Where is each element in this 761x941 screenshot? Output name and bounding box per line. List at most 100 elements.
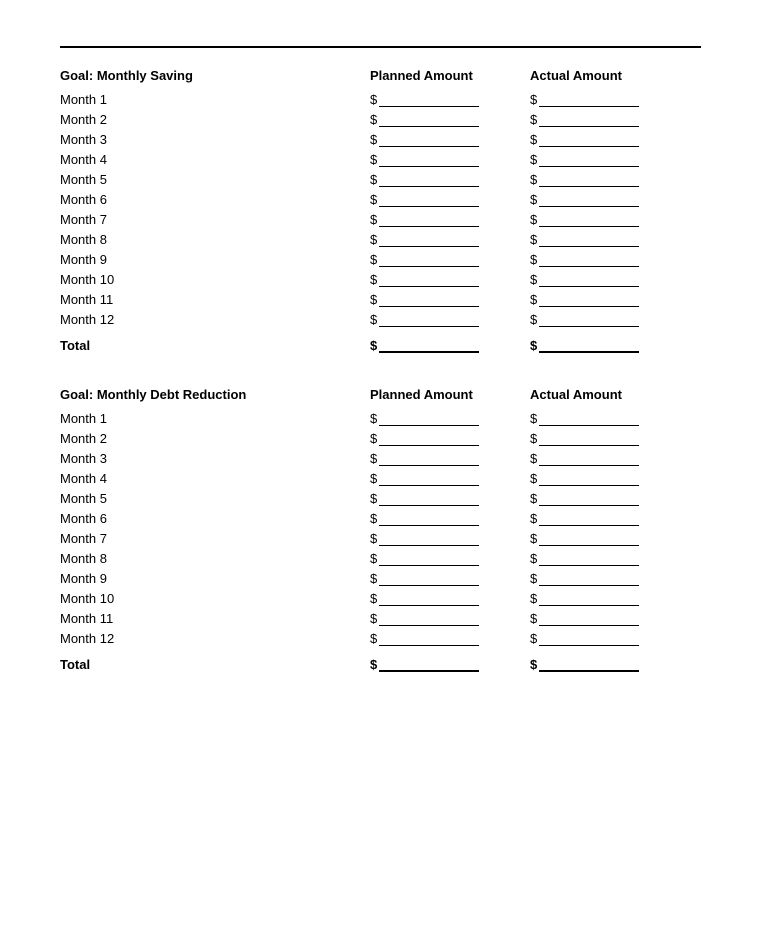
total-actual-saving[interactable]: $	[530, 337, 690, 353]
planned-underline[interactable]	[379, 151, 479, 167]
planned-underline[interactable]	[379, 91, 479, 107]
actual-field-debt-2[interactable]: $	[530, 430, 690, 446]
actual-field-saving-2[interactable]: $	[530, 111, 690, 127]
actual-underline[interactable]	[539, 490, 639, 506]
actual-underline[interactable]	[539, 171, 639, 187]
actual-field-saving-3[interactable]: $	[530, 131, 690, 147]
total-actual-underline[interactable]	[539, 337, 639, 353]
actual-underline[interactable]	[539, 450, 639, 466]
planned-field-debt-6[interactable]: $	[370, 510, 530, 526]
planned-underline[interactable]	[379, 111, 479, 127]
actual-underline[interactable]	[539, 111, 639, 127]
actual-field-saving-5[interactable]: $	[530, 171, 690, 187]
actual-field-debt-9[interactable]: $	[530, 570, 690, 586]
actual-underline[interactable]	[539, 410, 639, 426]
actual-underline[interactable]	[539, 251, 639, 267]
actual-field-saving-9[interactable]: $	[530, 251, 690, 267]
planned-field-saving-6[interactable]: $	[370, 191, 530, 207]
actual-field-debt-1[interactable]: $	[530, 410, 690, 426]
actual-underline[interactable]	[539, 590, 639, 606]
planned-field-saving-5[interactable]: $	[370, 171, 530, 187]
planned-field-debt-3[interactable]: $	[370, 450, 530, 466]
actual-underline[interactable]	[539, 231, 639, 247]
total-planned-saving[interactable]: $	[370, 337, 530, 353]
planned-underline[interactable]	[379, 291, 479, 307]
actual-field-debt-6[interactable]: $	[530, 510, 690, 526]
planned-field-debt-9[interactable]: $	[370, 570, 530, 586]
total-planned-debt[interactable]: $	[370, 656, 530, 672]
planned-underline[interactable]	[379, 430, 479, 446]
actual-field-debt-11[interactable]: $	[530, 610, 690, 626]
planned-field-debt-7[interactable]: $	[370, 530, 530, 546]
planned-field-debt-4[interactable]: $	[370, 470, 530, 486]
planned-field-saving-2[interactable]: $	[370, 111, 530, 127]
planned-underline[interactable]	[379, 470, 479, 486]
actual-field-saving-8[interactable]: $	[530, 231, 690, 247]
actual-field-saving-4[interactable]: $	[530, 151, 690, 167]
total-planned-underline[interactable]	[379, 337, 479, 353]
planned-underline[interactable]	[379, 131, 479, 147]
planned-underline[interactable]	[379, 410, 479, 426]
planned-underline[interactable]	[379, 590, 479, 606]
planned-field-debt-10[interactable]: $	[370, 590, 530, 606]
total-actual-underline[interactable]	[539, 656, 639, 672]
planned-underline[interactable]	[379, 251, 479, 267]
planned-underline[interactable]	[379, 211, 479, 227]
actual-field-debt-12[interactable]: $	[530, 630, 690, 646]
planned-field-saving-1[interactable]: $	[370, 91, 530, 107]
actual-field-saving-6[interactable]: $	[530, 191, 690, 207]
planned-field-saving-11[interactable]: $	[370, 291, 530, 307]
actual-field-debt-8[interactable]: $	[530, 550, 690, 566]
planned-field-saving-3[interactable]: $	[370, 131, 530, 147]
actual-underline[interactable]	[539, 430, 639, 446]
actual-field-debt-4[interactable]: $	[530, 470, 690, 486]
planned-field-saving-4[interactable]: $	[370, 151, 530, 167]
actual-underline[interactable]	[539, 510, 639, 526]
planned-underline[interactable]	[379, 311, 479, 327]
actual-underline[interactable]	[539, 131, 639, 147]
total-actual-debt[interactable]: $	[530, 656, 690, 672]
actual-underline[interactable]	[539, 151, 639, 167]
actual-field-saving-12[interactable]: $	[530, 311, 690, 327]
actual-field-debt-5[interactable]: $	[530, 490, 690, 506]
planned-underline[interactable]	[379, 550, 479, 566]
actual-field-saving-10[interactable]: $	[530, 271, 690, 287]
planned-underline[interactable]	[379, 610, 479, 626]
actual-underline[interactable]	[539, 550, 639, 566]
planned-field-saving-10[interactable]: $	[370, 271, 530, 287]
planned-underline[interactable]	[379, 231, 479, 247]
actual-underline[interactable]	[539, 311, 639, 327]
actual-field-debt-10[interactable]: $	[530, 590, 690, 606]
planned-field-debt-2[interactable]: $	[370, 430, 530, 446]
planned-field-debt-12[interactable]: $	[370, 630, 530, 646]
actual-underline[interactable]	[539, 570, 639, 586]
planned-underline[interactable]	[379, 490, 479, 506]
planned-underline[interactable]	[379, 630, 479, 646]
actual-underline[interactable]	[539, 630, 639, 646]
planned-field-debt-11[interactable]: $	[370, 610, 530, 626]
planned-underline[interactable]	[379, 530, 479, 546]
total-planned-underline[interactable]	[379, 656, 479, 672]
planned-underline[interactable]	[379, 570, 479, 586]
planned-field-saving-12[interactable]: $	[370, 311, 530, 327]
actual-underline[interactable]	[539, 530, 639, 546]
actual-field-debt-3[interactable]: $	[530, 450, 690, 466]
actual-field-saving-11[interactable]: $	[530, 291, 690, 307]
planned-field-saving-8[interactable]: $	[370, 231, 530, 247]
actual-underline[interactable]	[539, 91, 639, 107]
planned-underline[interactable]	[379, 271, 479, 287]
actual-field-saving-1[interactable]: $	[530, 91, 690, 107]
planned-underline[interactable]	[379, 510, 479, 526]
planned-underline[interactable]	[379, 450, 479, 466]
planned-field-debt-8[interactable]: $	[370, 550, 530, 566]
planned-underline[interactable]	[379, 171, 479, 187]
actual-underline[interactable]	[539, 211, 639, 227]
planned-field-saving-9[interactable]: $	[370, 251, 530, 267]
actual-underline[interactable]	[539, 191, 639, 207]
planned-field-debt-1[interactable]: $	[370, 410, 530, 426]
actual-field-debt-7[interactable]: $	[530, 530, 690, 546]
actual-field-saving-7[interactable]: $	[530, 211, 690, 227]
planned-field-saving-7[interactable]: $	[370, 211, 530, 227]
actual-underline[interactable]	[539, 291, 639, 307]
actual-underline[interactable]	[539, 470, 639, 486]
